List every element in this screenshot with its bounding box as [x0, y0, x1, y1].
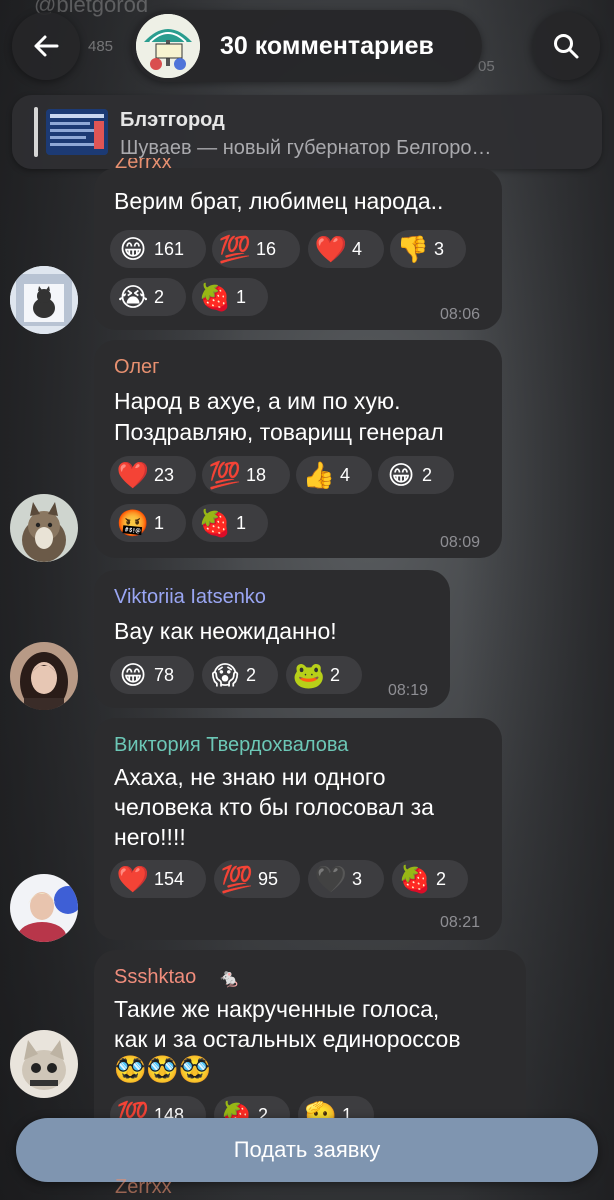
reaction-pill[interactable]: 🍓 2	[392, 860, 468, 898]
reaction-pill[interactable]: 😁 2	[378, 456, 454, 494]
hundred-emoji-icon: 💯	[220, 863, 254, 894]
reaction-pill[interactable]: ❤️ 23	[110, 456, 196, 494]
reaction-pill[interactable]: 💯 18	[202, 456, 290, 494]
search-button[interactable]	[532, 12, 600, 80]
user-avatar[interactable]	[10, 1030, 78, 1098]
pinned-thumbnail	[46, 109, 108, 155]
reaction-pill[interactable]: 🖤 3	[308, 860, 384, 898]
arrow-left-icon	[34, 35, 59, 57]
comment-text-line: Ахаха, не знаю ни одного	[114, 764, 386, 790]
background-time: 05	[478, 58, 495, 75]
submit-request-button[interactable]: Подать заявку	[16, 1118, 598, 1182]
reaction-pill[interactable]: 😱 2	[202, 656, 278, 694]
reaction-pill[interactable]: ❤️ 154	[110, 860, 206, 898]
frog-emoji-icon: 🐸	[292, 659, 326, 690]
strawberry-emoji-icon: 🍓	[398, 863, 432, 894]
strawberry-emoji-icon: 🍓	[198, 507, 232, 538]
pinned-indicator	[34, 107, 38, 157]
comment-text-line: него!!!!	[114, 824, 186, 850]
comment-text-line: 🥸🥸🥸	[114, 1054, 212, 1084]
reaction-pill[interactable]: 😁 161	[110, 230, 206, 268]
pinned-post[interactable]: Блэтгород Шуваев — новый губернатор Белг…	[12, 95, 602, 169]
reaction-pill[interactable]: 💯 16	[212, 230, 300, 268]
reaction-pill[interactable]: 🤬 1	[110, 504, 186, 542]
comment-time: 08:19	[387, 682, 428, 699]
mouse-emoji-icon: 🐁	[218, 968, 241, 988]
crying-emoji-icon: 😭	[117, 281, 149, 312]
comment-author[interactable]: Олег	[114, 356, 159, 379]
search-icon	[554, 34, 579, 59]
back-button[interactable]	[12, 12, 80, 80]
hundred-emoji-icon: 💯	[218, 233, 252, 264]
user-avatar[interactable]	[10, 874, 78, 942]
cursing-emoji-icon: 🤬	[116, 507, 150, 538]
comment-text-line: Поздравляю, товарищ генерал	[114, 419, 444, 445]
grin-emoji-icon: 😁	[387, 459, 415, 490]
reaction-pill[interactable]: 👎 3	[390, 230, 466, 268]
reaction-pill[interactable]: 😁 78	[110, 656, 194, 694]
cut-author-name: Zerrxx	[115, 1176, 172, 1198]
user-avatar[interactable]	[10, 266, 78, 334]
channel-avatar	[136, 14, 200, 78]
comment-bubble[interactable]: Верим брат, любимец народа.. 😁 161 💯 16 …	[94, 168, 502, 330]
comment-bubble[interactable]: Viktoriia Iatsenko Вау как неожиданно! 😁…	[94, 570, 450, 708]
comment-time: 08:21	[439, 914, 480, 931]
user-avatar[interactable]	[10, 642, 78, 710]
heart-emoji-icon: ❤️	[116, 459, 150, 490]
chat-title: 30 комментариев	[220, 31, 434, 60]
comment-bubble[interactable]: Олег Народ в ахуе, а им по хую. Поздравл…	[94, 340, 502, 558]
comment-text-line: Народ в ахуе, а им по хую.	[114, 388, 401, 414]
hundred-emoji-icon: 💯	[208, 459, 242, 490]
chat-title-pill[interactable]: 30 комментариев	[132, 10, 482, 82]
user-avatar[interactable]	[10, 494, 78, 562]
reaction-pill[interactable]: 🐸 2	[286, 656, 362, 694]
black-heart-emoji-icon: 🖤	[314, 863, 348, 894]
reaction-pill[interactable]: 🍓 1	[192, 504, 268, 542]
thumbs-down-emoji-icon: 👎	[396, 233, 430, 264]
pinned-subtitle: Шуваев — новый губернатор Белгоро…	[120, 137, 492, 159]
comment-text: Вау как неожиданно!	[114, 618, 337, 644]
pinned-title: Блэтгород	[120, 109, 225, 131]
comment-text-line: как и за остальных единороссов	[114, 1026, 461, 1052]
comment-text-line: человека кто бы голосовал за	[114, 794, 434, 820]
comment-text: Верим брат, любимец народа..	[114, 188, 444, 214]
comment-author[interactable]: Виктория Твердохвалова	[114, 734, 348, 757]
comment-time: 08:09	[439, 534, 480, 551]
reaction-pill[interactable]: 😭 2	[110, 278, 186, 316]
strawberry-emoji-icon: 🍓	[198, 281, 232, 312]
reaction-pill[interactable]: 💯 95	[214, 860, 300, 898]
grin-emoji-icon: 😁	[119, 659, 147, 690]
submit-request-label: Подать заявку	[233, 1137, 381, 1162]
heart-emoji-icon: ❤️	[116, 863, 150, 894]
reaction-pill[interactable]: 👍 4	[296, 456, 372, 494]
heart-emoji-icon: ❤️	[314, 233, 348, 264]
comment-author[interactable]: Viktoriia Iatsenko	[114, 586, 266, 609]
comment-bubble[interactable]: Виктория Твердохвалова Ахаха, не знаю ни…	[94, 718, 502, 940]
background-count: 485	[88, 38, 114, 55]
thumbs-up-emoji-icon: 👍	[302, 459, 336, 490]
grin-emoji-icon: 😁	[119, 233, 147, 264]
comment-author[interactable]: Ssshktao	[114, 966, 196, 989]
reaction-pill[interactable]: 🍓 1	[192, 278, 268, 316]
comment-text-line: Такие же накрученные голоса,	[114, 996, 440, 1022]
reaction-pill[interactable]: ❤️ 4	[308, 230, 384, 268]
scream-emoji-icon: 😱	[211, 659, 239, 690]
comment-time: 08:06	[439, 306, 480, 323]
